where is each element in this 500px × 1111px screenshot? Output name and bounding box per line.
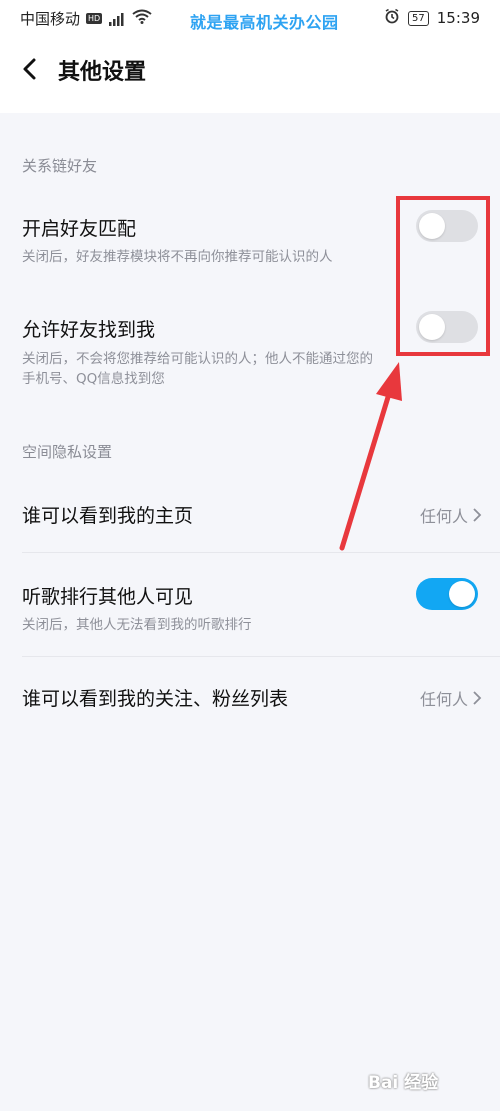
watermark-logo: Bai 经验 bbox=[368, 1073, 439, 1093]
annotation-arrow-icon bbox=[339, 362, 402, 551]
